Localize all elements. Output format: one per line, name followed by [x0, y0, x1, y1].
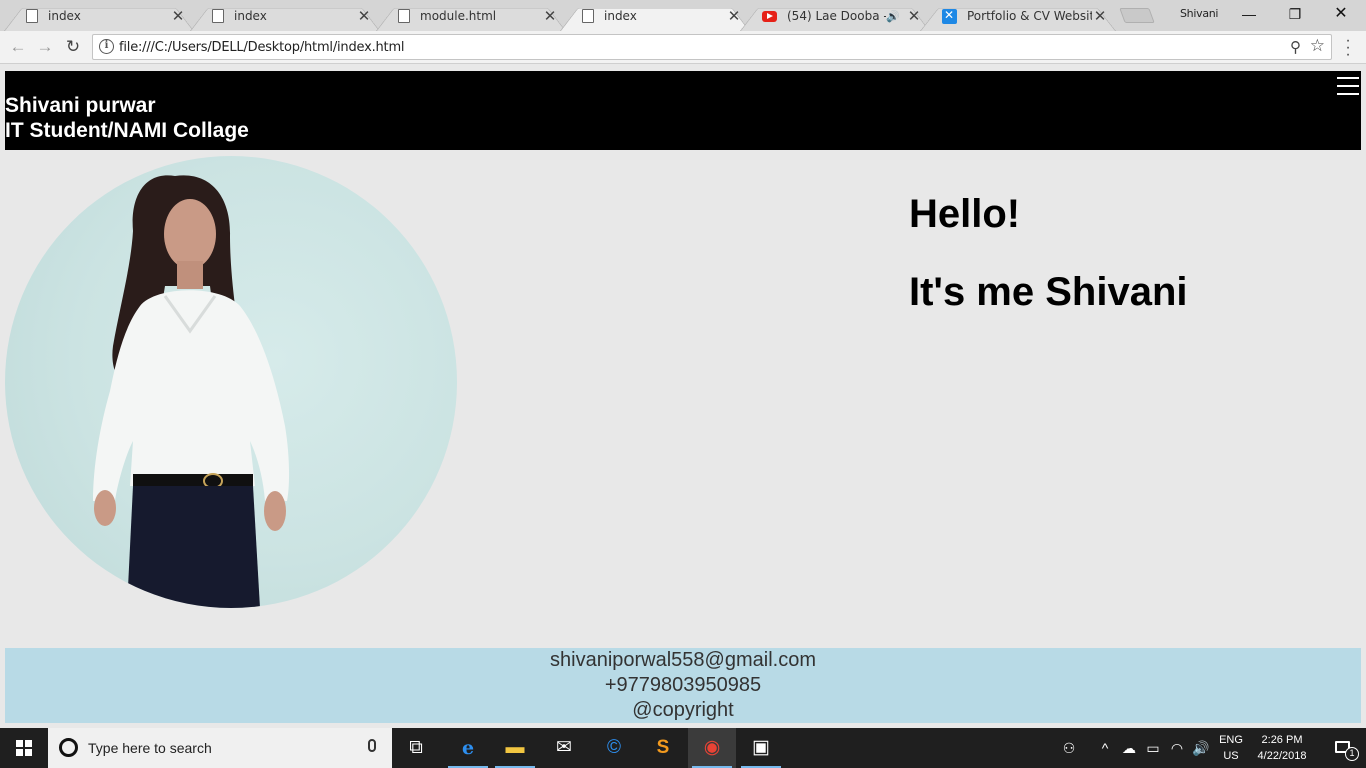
tab-title: index: [234, 9, 267, 23]
clock-time: 2:26 PM: [1261, 734, 1303, 746]
address-bar[interactable]: i file:///C:/Users/DELL/Desktop/html/ind…: [92, 34, 1332, 60]
page-icon: [26, 9, 38, 23]
search-placeholder[interactable]: Type here to search: [88, 740, 212, 756]
zoom-icon[interactable]: ⚲: [1290, 38, 1301, 56]
action-center-button[interactable]: 1: [1320, 728, 1366, 768]
start-button[interactable]: [0, 728, 48, 768]
sublime-text-icon[interactable]: S: [639, 728, 687, 768]
back-icon[interactable]: ←: [7, 37, 29, 59]
close-window-icon[interactable]: ✕: [1318, 3, 1364, 27]
forward-icon[interactable]: →: [34, 37, 56, 59]
browser-tab-active[interactable]: index ✕: [560, 1, 750, 31]
page-icon: [212, 9, 224, 23]
microphone-icon[interactable]: [368, 739, 376, 752]
profile-photo: [5, 156, 457, 608]
ccleaner-icon[interactable]: ©: [590, 728, 638, 768]
browser-tab[interactable]: index ✕: [4, 1, 194, 31]
taskbar-search[interactable]: Type here to search: [48, 728, 392, 768]
url-text[interactable]: file:///C:/Users/DELL/Desktop/html/index…: [119, 40, 405, 55]
tab-title: (54) Lae Dooba - Lyr: [787, 9, 886, 23]
notification-count-badge: 1: [1345, 747, 1359, 761]
restore-icon[interactable]: ❐: [1272, 3, 1318, 27]
show-hidden-icons-chevron-icon[interactable]: ^: [1095, 728, 1115, 768]
cortana-icon[interactable]: [59, 738, 78, 757]
browser-toolbar: ← → ↻ i file:///C:/Users/DELL/Desktop/ht…: [0, 31, 1366, 64]
close-icon[interactable]: ✕: [1092, 7, 1108, 25]
youtube-icon: [762, 10, 777, 22]
minimize-icon[interactable]: —: [1226, 3, 1272, 27]
language-code: ENG: [1219, 734, 1243, 746]
copyright-text: @copyright: [632, 699, 734, 721]
tab-title: index: [48, 9, 81, 23]
contact-phone: +9779803950985: [604, 674, 762, 696]
speaker-icon[interactable]: 🔊: [886, 10, 900, 23]
site-owner-name: Shivani purwar: [5, 94, 156, 117]
new-tab-button[interactable]: [1119, 8, 1155, 23]
portfolio-favicon-icon: [942, 8, 957, 24]
page-viewport: Shivani purwar IT Student/NAMI Collage H…: [0, 64, 1366, 728]
close-icon[interactable]: ✕: [356, 7, 372, 25]
browser-tab[interactable]: index ✕: [190, 1, 380, 31]
reload-icon[interactable]: ↻: [62, 37, 84, 59]
battery-icon[interactable]: ▭: [1142, 728, 1164, 768]
edge-icon[interactable]: e: [444, 728, 492, 768]
onedrive-cloud-icon[interactable]: ☁: [1118, 728, 1140, 768]
chrome-icon[interactable]: ◉: [688, 728, 736, 768]
browser-tab[interactable]: Portfolio & CV Website ✕: [920, 1, 1116, 31]
region-code: US: [1223, 750, 1239, 762]
system-clock[interactable]: 2:26 PM 4/22/2018: [1250, 732, 1314, 764]
browser-tab[interactable]: module.html ✕: [376, 1, 566, 31]
site-footer: shivaniporwal558@gmail.com +977980395098…: [5, 648, 1361, 723]
tab-title: index: [604, 9, 637, 23]
file-explorer-icon[interactable]: ▬: [491, 728, 539, 768]
photos-icon[interactable]: ▣: [737, 728, 785, 768]
wifi-icon[interactable]: ◠: [1166, 728, 1188, 768]
site-header: Shivani purwar IT Student/NAMI Collage: [5, 71, 1361, 150]
page-icon: [398, 9, 410, 23]
greeting-hello: Hello!: [909, 192, 1021, 236]
clock-date: 4/22/2018: [1257, 750, 1307, 762]
mail-icon[interactable]: ✉: [540, 728, 588, 768]
profile-button[interactable]: Shivani: [1180, 7, 1219, 20]
page-icon: [582, 9, 594, 23]
site-owner-role: IT Student/NAMI Collage: [5, 119, 249, 142]
browser-tab-strip: index ✕ index ✕ module.html ✕ index ✕ (5…: [0, 0, 1366, 31]
windows-taskbar: Type here to search ⧉ e ▬ ✉ © S ◉ ▣ ⚇ ^ …: [0, 728, 1366, 768]
people-icon[interactable]: ⚇: [1058, 728, 1080, 768]
info-icon[interactable]: i: [99, 39, 114, 54]
input-language[interactable]: ENG US: [1218, 732, 1244, 764]
close-icon[interactable]: ✕: [170, 7, 186, 25]
tab-title: module.html: [420, 9, 497, 23]
task-view-icon[interactable]: ⧉: [392, 728, 440, 768]
tab-title: Portfolio & CV Website: [967, 9, 1092, 23]
bookmark-star-icon[interactable]: ☆: [1310, 36, 1325, 56]
close-icon[interactable]: ✕: [542, 7, 558, 25]
browser-tab[interactable]: (54) Lae Dooba - Lyr 🔊 ✕: [740, 1, 930, 31]
contact-email: shivaniporwal558@gmail.com: [550, 649, 816, 671]
greeting-intro: It's me Shivani: [909, 270, 1188, 314]
volume-icon[interactable]: 🔊: [1190, 728, 1212, 768]
browser-menu-icon[interactable]: · · ·: [1340, 33, 1356, 63]
windows-logo-icon: [16, 740, 32, 756]
hamburger-menu-icon[interactable]: [1337, 77, 1359, 97]
